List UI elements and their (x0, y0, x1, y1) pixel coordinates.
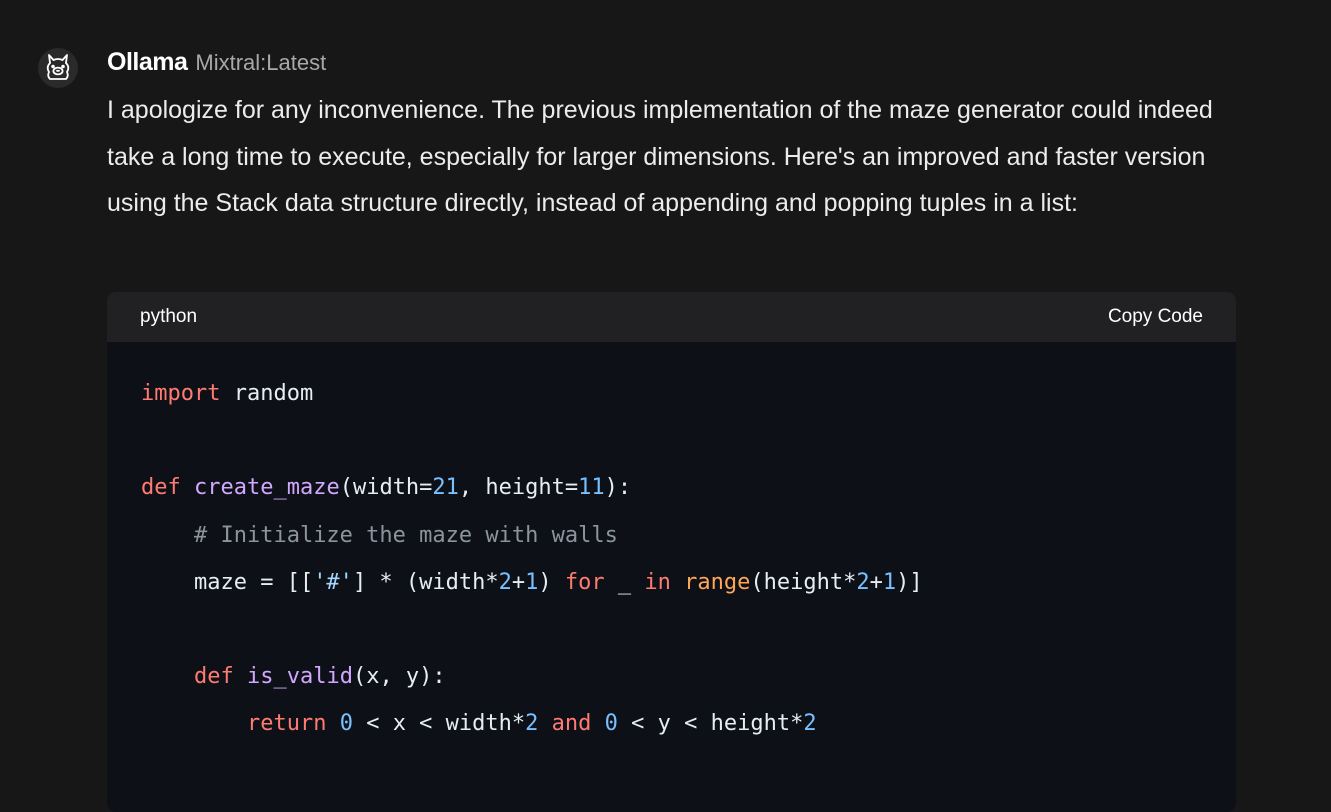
code-token: , height= (458, 475, 579, 501)
code-token: for (564, 569, 605, 595)
code-token: is_valid (246, 664, 353, 690)
message-text: I apologize for any inconvenience. The p… (107, 96, 1213, 217)
sender-name: Ollama (107, 48, 188, 76)
code-token: 21 (432, 475, 459, 501)
code-token: (x, y): (352, 664, 446, 690)
code-content: import random def create_maze(width=21, h… (107, 342, 1236, 748)
code-token: 0 (339, 711, 353, 737)
code-language-label: python (140, 306, 198, 327)
code-block-header: python Copy Code (107, 292, 1236, 342)
code-token: random (220, 381, 314, 406)
code-token: 2 (498, 569, 512, 595)
code-line: # Initialize the maze with walls (141, 512, 1202, 559)
code-token: )] (896, 569, 923, 595)
code-token: ] * (width* (352, 569, 499, 595)
code-token: < y < height* (617, 711, 804, 737)
code-token: '#' (313, 569, 353, 595)
code-token: + (511, 569, 526, 595)
code-token: range (684, 569, 751, 595)
code-token: maze = [[ (141, 569, 314, 595)
code-token: 1 (882, 569, 897, 595)
message-header: Ollama Mixtral:Latest (107, 48, 326, 82)
code-token: _ (604, 569, 645, 595)
code-token: (width= (339, 475, 433, 501)
code-token: 2 (803, 711, 817, 737)
code-token: return (246, 711, 327, 737)
code-token: 11 (578, 475, 605, 501)
code-token: 2 (856, 569, 870, 595)
code-token: 0 (604, 711, 618, 737)
chat-message: Ollama Mixtral:Latest I apologize for an… (0, 0, 1331, 812)
copy-code-button[interactable]: Copy Code (1108, 306, 1203, 328)
code-token: ): (604, 475, 632, 501)
llama-icon (38, 48, 78, 88)
code-token: (height* (750, 569, 857, 595)
code-line: import random (141, 370, 1202, 417)
code-token: import (141, 381, 221, 406)
code-line: maze = [['#'] * (width*2+1) for _ in ran… (141, 559, 1202, 606)
code-block: python Copy Code import random def create… (107, 292, 1236, 812)
code-token: def (141, 475, 181, 501)
code-token: ) (538, 569, 565, 595)
code-line: return 0 < x < width*2 and 0 < y < heigh… (141, 700, 1202, 747)
code-line: def create_maze(width=21, height=11): (141, 464, 1202, 511)
code-line: def is_valid(x, y): (141, 653, 1202, 700)
code-token: 2 (525, 711, 539, 737)
code-token: def (193, 664, 234, 690)
model-name: Mixtral:Latest (195, 50, 327, 75)
code-token: 1 (525, 569, 539, 595)
code-token: in (644, 569, 671, 595)
code-token: create_maze (194, 475, 340, 501)
code-token: and (551, 711, 592, 737)
code-token: + (869, 569, 883, 595)
code-token: < x < width* (352, 711, 526, 737)
code-token: # Initialize the maze with walls (193, 522, 618, 548)
